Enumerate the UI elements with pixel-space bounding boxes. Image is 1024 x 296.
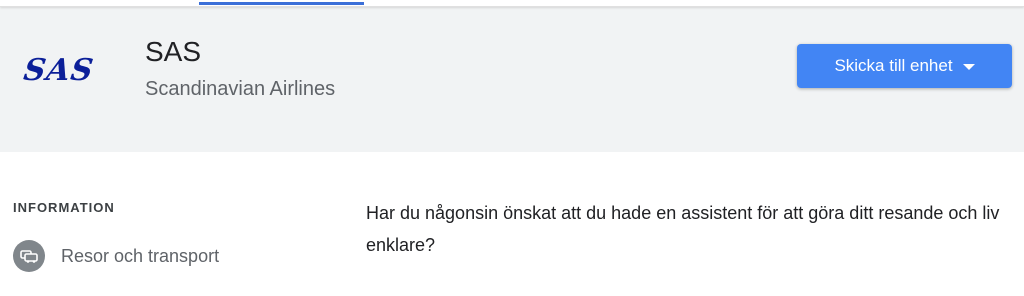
app-description: Har du någonsin önskat att du hade en as… — [366, 203, 1000, 255]
app-developer: Scandinavian Airlines — [145, 78, 336, 100]
logo-text: SAS — [21, 52, 97, 88]
app-title: SAS — [145, 36, 202, 67]
caret-down-icon — [962, 64, 975, 70]
send-to-device-label: Skicka till enhet — [834, 56, 953, 75]
send-to-device-button[interactable]: Skicka till enhet — [797, 44, 1012, 88]
top-bar — [0, 0, 1024, 7]
information-heading: INFORMATION — [13, 200, 115, 215]
app-header: SAS SAS Scandinavian Airlines Skicka til… — [0, 6, 1024, 152]
category-link[interactable]: Resor och transport — [13, 240, 219, 272]
app-logo: SAS — [21, 52, 100, 88]
car-icon — [13, 240, 45, 272]
active-tab-indicator — [199, 2, 364, 5]
category-label: Resor och transport — [61, 245, 220, 266]
